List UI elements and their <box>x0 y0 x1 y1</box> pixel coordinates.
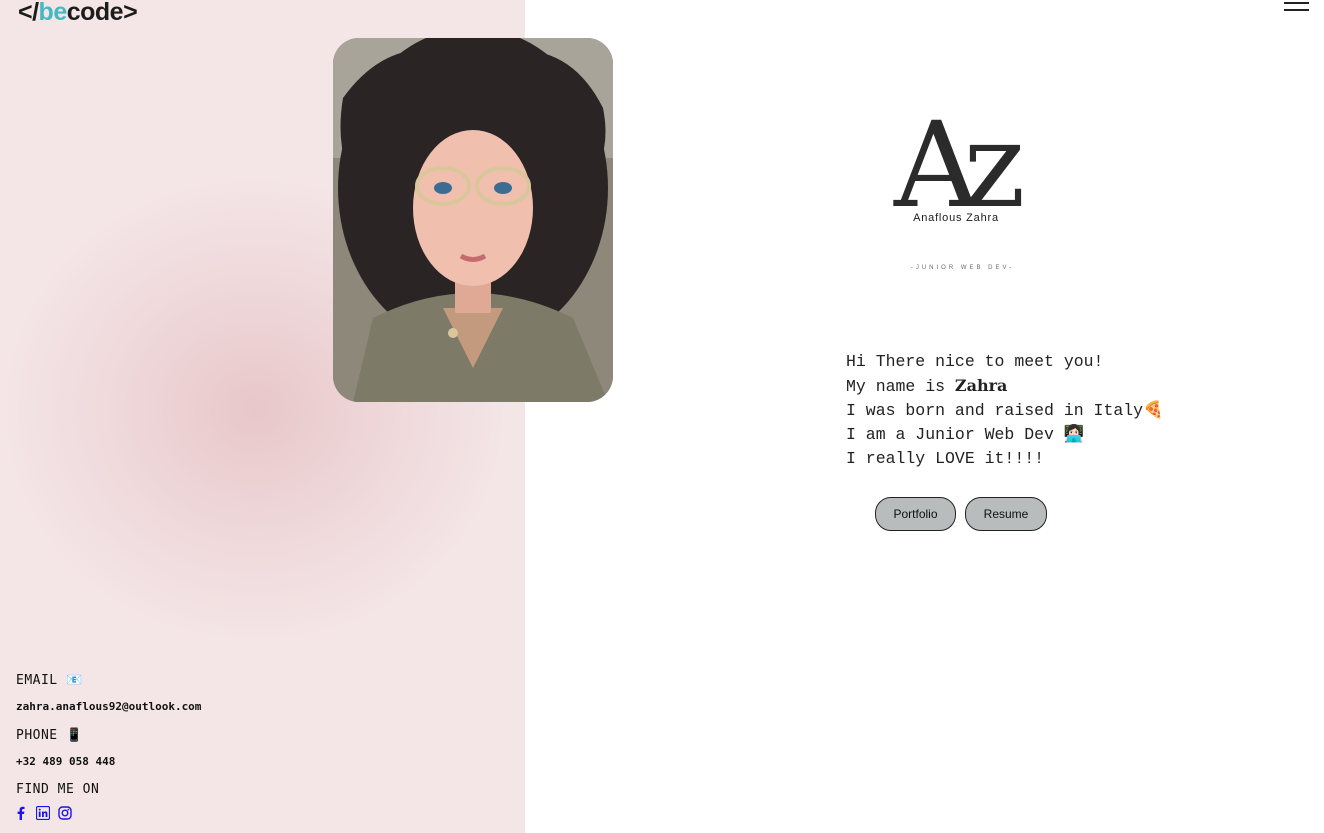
logo-bracket-left: </ <box>18 0 39 26</box>
email-heading: EMAIL 📧 <box>16 673 83 688</box>
email-label: EMAIL <box>16 673 58 688</box>
email-value[interactable]: zahra.anaflous92@outlook.com <box>16 700 201 713</box>
portfolio-button[interactable]: Portfolio <box>875 497 956 531</box>
facebook-icon[interactable] <box>14 806 28 820</box>
intro-name-prefix: My name is <box>846 377 955 396</box>
phone-value[interactable]: +32 489 058 448 <box>16 755 115 768</box>
phone-label: PHONE <box>16 728 58 743</box>
menu-bar <box>1284 9 1309 11</box>
social-links <box>14 806 72 820</box>
brand-name: Anaflous Zahra <box>913 212 999 224</box>
intro-line: My name is Zahra <box>846 374 1164 399</box>
find-me-heading: FIND ME ON <box>16 782 100 797</box>
instagram-icon[interactable] <box>58 806 72 820</box>
becode-logo[interactable]: </becode> <box>18 0 138 27</box>
email-icon: 📧 <box>65 673 83 688</box>
logo-code: code> <box>66 0 138 26</box>
intro-italy-text: I was born and raised in Italy <box>846 401 1144 420</box>
brand-tagline: -JUNIOR WEB DEV- <box>910 265 1015 271</box>
phone-heading: PHONE 📱 <box>16 728 83 743</box>
intro-name: Zahra <box>954 376 1008 395</box>
phone-icon: 📱 <box>65 728 83 743</box>
intro-text: Hi There nice to meet you! My name is Za… <box>846 350 1164 471</box>
pizza-icon: 🍕 <box>1143 401 1164 420</box>
intro-line: I was born and raised in Italy🍕 <box>846 399 1164 423</box>
profile-photo <box>333 38 613 402</box>
profile-photo-illustration <box>333 38 613 402</box>
menu-bar <box>1284 2 1309 4</box>
hamburger-menu-icon[interactable] <box>1284 2 1309 16</box>
intro-dev-text: I am a Junior Web Dev <box>846 425 1064 444</box>
developer-icon: 👩🏻‍💻 <box>1063 425 1085 444</box>
intro-line: I am a Junior Web Dev 👩🏻‍💻 <box>846 423 1164 447</box>
intro-line: Hi There nice to meet you! <box>846 352 1104 371</box>
brand-monogram: Az <box>894 96 1025 234</box>
logo-be: be <box>38 0 68 26</box>
linkedin-icon[interactable] <box>36 806 50 820</box>
brand-logo: Az Anaflous Zahra -JUNIOR WEB DEV- <box>880 106 1040 280</box>
resume-button[interactable]: Resume <box>965 497 1047 531</box>
intro-line: I really LOVE it!!!! <box>846 449 1045 468</box>
